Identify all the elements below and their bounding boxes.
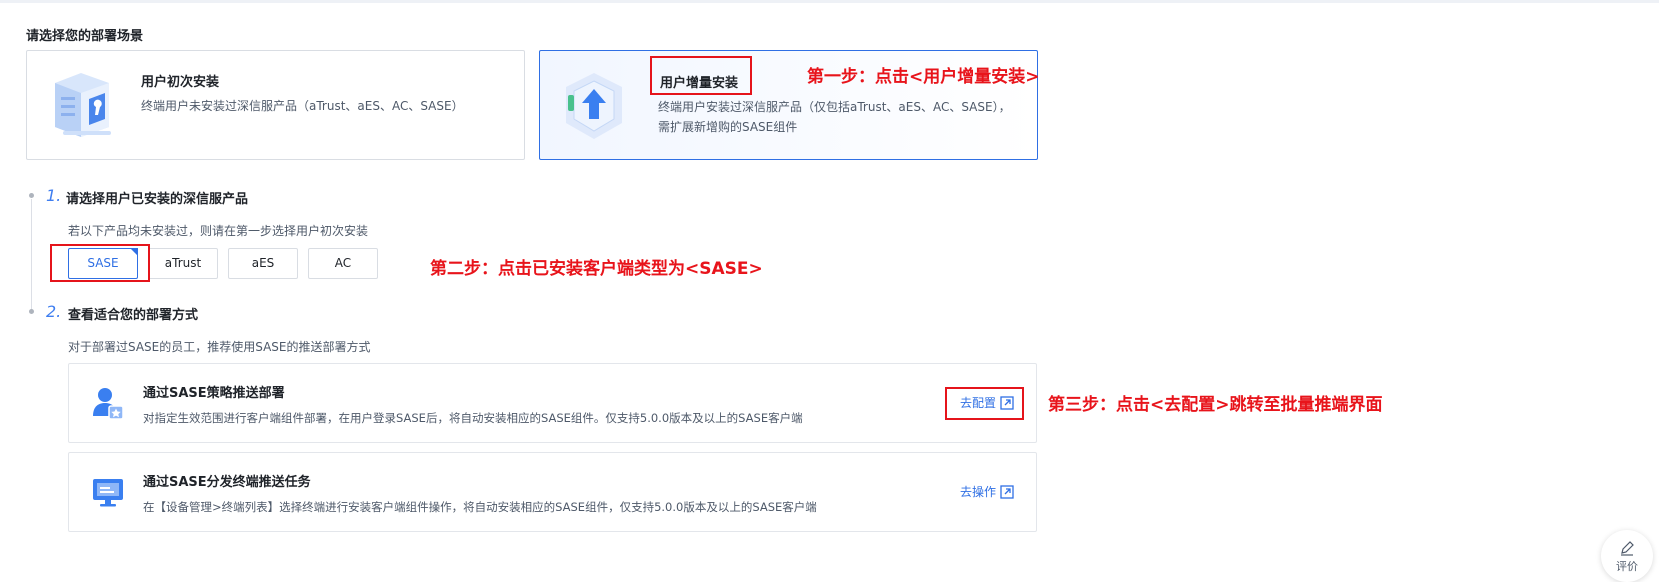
product-sase-button[interactable]: SASE — [68, 248, 138, 279]
product-aes-button[interactable]: aES — [228, 248, 298, 279]
go-operate-link[interactable]: 去操作 — [960, 483, 1014, 500]
user-star-icon — [91, 386, 125, 420]
upgrade-arrow-icon — [562, 71, 626, 145]
scene-card-title: 用户增量安装 — [660, 76, 739, 91]
annotation-step-three: 第三步：点击<去配置>跳转至批量推端界面 — [1048, 395, 1383, 415]
method-desc: 在【设备管理>终端列表】选择终端进行安装客户端组件操作，将自动安装相应的SASE… — [143, 500, 817, 514]
product-ac-button[interactable]: AC — [308, 248, 378, 279]
feedback-button[interactable]: 评价 — [1601, 530, 1653, 582]
method-card-terminal-push: 通过SASE分发终端推送任务 在【设备管理>终端列表】选择终端进行安装客户端组件… — [68, 452, 1037, 532]
top-divider — [0, 0, 1659, 3]
server-wrench-icon — [51, 69, 117, 145]
step-2-hint: 对于部署过SASE的员工，推荐使用SASE的推送部署方式 — [68, 340, 371, 354]
go-configure-label: 去配置 — [959, 396, 996, 410]
go-configure-link[interactable]: 去配置 — [960, 394, 1014, 411]
timeline-line — [31, 199, 32, 311]
method-title: 通过SASE分发终端推送任务 — [143, 475, 311, 490]
annotation-step-one: 第一步：点击<用户增量安装> — [807, 67, 1040, 87]
timeline-dot-1 — [29, 193, 34, 198]
timeline-dot-2 — [29, 309, 34, 314]
go-operate-label: 去操作 — [959, 485, 996, 499]
method-card-policy-push: 通过SASE策略推送部署 对指定生效范围进行客户端组件部署，在用户登录SASE后… — [68, 363, 1037, 443]
step-1-number: 1. — [46, 186, 62, 205]
scene-card-desc-line1: 终端用户安装过深信服产品（仅包括aTrust、aES、AC、SASE）， — [658, 100, 1011, 114]
product-atrust-button[interactable]: aTrust — [148, 248, 218, 279]
scene-card-title: 用户初次安装 — [141, 75, 220, 90]
step-1-title: 请选择用户已安装的深信服产品 — [66, 192, 249, 207]
annotation-step-two: 第二步：点击已安装客户端类型为<SASE> — [430, 259, 763, 279]
step-2-number: 2. — [46, 302, 62, 321]
scene-card-first-install[interactable]: 用户初次安装 终端用户未安装过深信服产品（aTrust、aES、AC、SASE） — [26, 50, 525, 160]
step-2-title: 查看适合您的部署方式 — [68, 308, 199, 323]
step-1-hint: 若以下产品均未安装过，则请在第一步选择用户初次安装 — [68, 224, 369, 238]
scene-card-desc: 终端用户未安装过深信服产品（aTrust、aES、AC、SASE） — [141, 99, 464, 113]
external-link-icon — [1000, 396, 1014, 410]
method-title: 通过SASE策略推送部署 — [143, 386, 285, 401]
scene-card-desc-line2: 需扩展新增购的SASE组件 — [658, 120, 798, 134]
external-link-icon — [1000, 485, 1014, 499]
pen-icon — [1621, 541, 1634, 556]
monitor-icon — [91, 475, 125, 509]
scene-section-title: 请选择您的部署场景 — [26, 29, 144, 44]
method-desc: 对指定生效范围进行客户端组件部署，在用户登录SASE后，将自动安装相应的SASE… — [143, 411, 803, 425]
